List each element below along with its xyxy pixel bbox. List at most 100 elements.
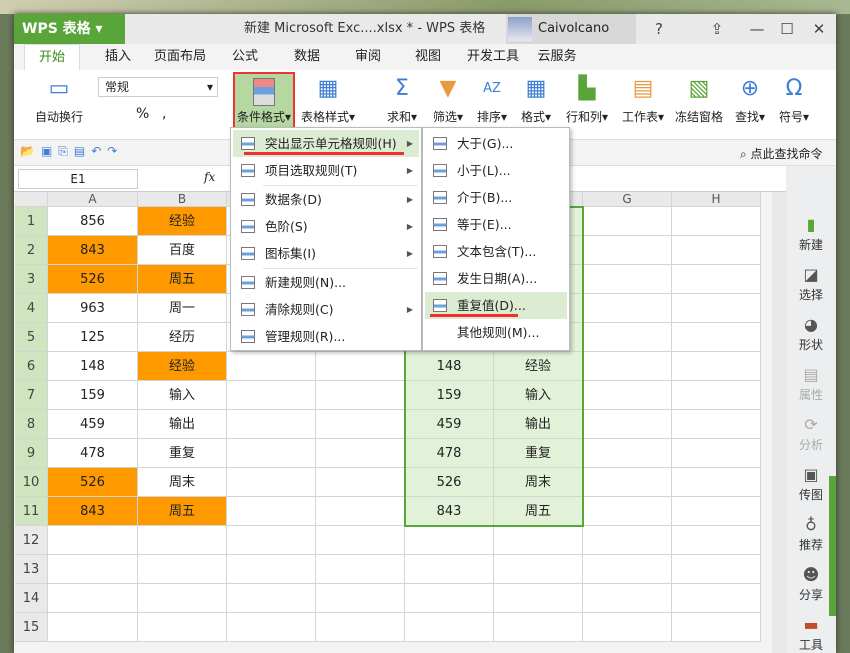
cell-H4[interactable] xyxy=(672,294,761,323)
cell-D9[interactable] xyxy=(316,439,405,468)
sidebar-item-5[interactable]: ▣ 传图 xyxy=(786,464,836,503)
cell-G12[interactable] xyxy=(583,526,672,555)
sidebar-item-2[interactable]: ◕ 形状 xyxy=(786,314,836,353)
highlight-rule-item-5[interactable]: 发生日期(A)... xyxy=(425,265,567,292)
cell-F12[interactable] xyxy=(494,526,583,555)
sum-button[interactable]: Σ 求和▾ xyxy=(384,74,420,125)
cell-E13[interactable] xyxy=(405,555,494,584)
cell-G5[interactable] xyxy=(583,323,672,352)
format-button[interactable]: ▦ 格式▾ xyxy=(516,74,556,125)
cell-D13[interactable] xyxy=(316,555,405,584)
row-header-1[interactable]: 1 xyxy=(15,207,48,236)
cell-H6[interactable] xyxy=(672,352,761,381)
sort-button[interactable]: AZ 排序▾ xyxy=(472,74,512,125)
cell-H9[interactable] xyxy=(672,439,761,468)
cell-C15[interactable] xyxy=(227,613,316,642)
tab-5[interactable]: 审阅 xyxy=(340,44,396,70)
cell-D11[interactable] xyxy=(316,497,405,526)
cell-A3[interactable]: 526 xyxy=(48,265,138,294)
cell-F15[interactable] xyxy=(494,613,583,642)
percent-button[interactable]: % xyxy=(136,106,149,122)
cell-H1[interactable] xyxy=(672,207,761,236)
cell-B5[interactable]: 经历 xyxy=(138,323,227,352)
tab-1[interactable]: 插入 xyxy=(94,44,142,70)
select-all-corner[interactable] xyxy=(15,192,48,207)
row-col-button[interactable]: ▙ 行和列▾ xyxy=(562,74,612,125)
row-header-12[interactable]: 12 xyxy=(15,526,48,555)
tab-4[interactable]: 数据 xyxy=(279,44,335,70)
cell-B12[interactable] xyxy=(138,526,227,555)
highlight-rule-item-3[interactable]: 等于(E)... xyxy=(425,211,567,238)
sidebar-item-8[interactable]: ▬ 工具 xyxy=(786,614,836,653)
cell-C11[interactable] xyxy=(227,497,316,526)
maximize-button[interactable]: ☐ xyxy=(774,14,800,44)
cell-B3[interactable]: 周五 xyxy=(138,265,227,294)
sidebar-item-7[interactable]: ☻ 分享 xyxy=(786,564,836,603)
sidebar-item-3[interactable]: ▤ 属性 xyxy=(786,364,836,403)
cell-G2[interactable] xyxy=(583,236,672,265)
minimize-button[interactable]: — xyxy=(744,14,770,44)
cell-H2[interactable] xyxy=(672,236,761,265)
cond-menu-item-5[interactable]: 新建规则(N)... xyxy=(233,269,419,296)
cell-B7[interactable]: 输入 xyxy=(138,381,227,410)
upload-button[interactable]: ⇪ xyxy=(704,14,730,44)
cell-B10[interactable]: 周末 xyxy=(138,468,227,497)
cell-C14[interactable] xyxy=(227,584,316,613)
tab-7[interactable]: 开发工具 xyxy=(460,44,526,70)
highlight-rule-item-0[interactable]: 大于(G)... xyxy=(425,130,567,157)
freeze-panes-button[interactable]: ▧ 冻结窗格 xyxy=(674,74,724,125)
command-search[interactable]: ⌕ 点此查找命令 xyxy=(740,145,823,162)
table-style-button[interactable]: ▦ 表格样式▾ xyxy=(300,74,356,125)
cell-H8[interactable] xyxy=(672,410,761,439)
tab-6[interactable]: 视图 xyxy=(403,44,453,70)
cell-C7[interactable] xyxy=(227,381,316,410)
cell-D12[interactable] xyxy=(316,526,405,555)
cell-C10[interactable] xyxy=(227,468,316,497)
cell-G1[interactable] xyxy=(583,207,672,236)
cell-B9[interactable]: 重复 xyxy=(138,439,227,468)
cell-A1[interactable]: 856 xyxy=(48,207,138,236)
cell-C6[interactable] xyxy=(227,352,316,381)
cell-A9[interactable]: 478 xyxy=(48,439,138,468)
cell-C9[interactable] xyxy=(227,439,316,468)
cell-E12[interactable] xyxy=(405,526,494,555)
cell-G13[interactable] xyxy=(583,555,672,584)
cell-B4[interactable]: 周一 xyxy=(138,294,227,323)
row-header-10[interactable]: 10 xyxy=(15,468,48,497)
cell-A2[interactable]: 843 xyxy=(48,236,138,265)
cell-A13[interactable] xyxy=(48,555,138,584)
cell-H10[interactable] xyxy=(672,468,761,497)
tab-0[interactable]: 开始 xyxy=(24,44,80,70)
cell-G11[interactable] xyxy=(583,497,672,526)
cell-H3[interactable] xyxy=(672,265,761,294)
row-header-6[interactable]: 6 xyxy=(15,352,48,381)
symbol-button[interactable]: Ω 符号▾ xyxy=(774,74,814,125)
cell-F13[interactable] xyxy=(494,555,583,584)
cell-H7[interactable] xyxy=(672,381,761,410)
sidebar-item-0[interactable]: ▮ 新建 xyxy=(786,214,836,253)
row-header-13[interactable]: 13 xyxy=(15,555,48,584)
cell-G6[interactable] xyxy=(583,352,672,381)
cell-G15[interactable] xyxy=(583,613,672,642)
highlight-rule-item-1[interactable]: 小于(L)... xyxy=(425,157,567,184)
cell-F14[interactable] xyxy=(494,584,583,613)
find-button[interactable]: ⊕ 查找▾ xyxy=(730,74,770,125)
cell-B2[interactable]: 百度 xyxy=(138,236,227,265)
cond-menu-item-1[interactable]: 项目选取规则(T) ▶ xyxy=(233,157,419,184)
cell-D14[interactable] xyxy=(316,584,405,613)
cond-menu-item-6[interactable]: 清除规则(C) ▶ xyxy=(233,296,419,323)
cell-E14[interactable] xyxy=(405,584,494,613)
name-box[interactable]: E1 xyxy=(18,169,138,189)
row-header-2[interactable]: 2 xyxy=(15,236,48,265)
filter-button[interactable]: ▼ 筛选▾ xyxy=(428,74,468,125)
column-header-H[interactable]: H xyxy=(672,192,761,207)
cell-D10[interactable] xyxy=(316,468,405,497)
cell-B11[interactable]: 周五 xyxy=(138,497,227,526)
worksheet-button[interactable]: ▤ 工作表▾ xyxy=(618,74,668,125)
cell-C13[interactable] xyxy=(227,555,316,584)
close-button[interactable]: ✕ xyxy=(806,14,832,44)
help-button[interactable]: ? xyxy=(646,14,672,44)
cell-A4[interactable]: 963 xyxy=(48,294,138,323)
sidebar-item-1[interactable]: ◪ 选择 xyxy=(786,264,836,303)
avatar[interactable] xyxy=(508,17,532,41)
